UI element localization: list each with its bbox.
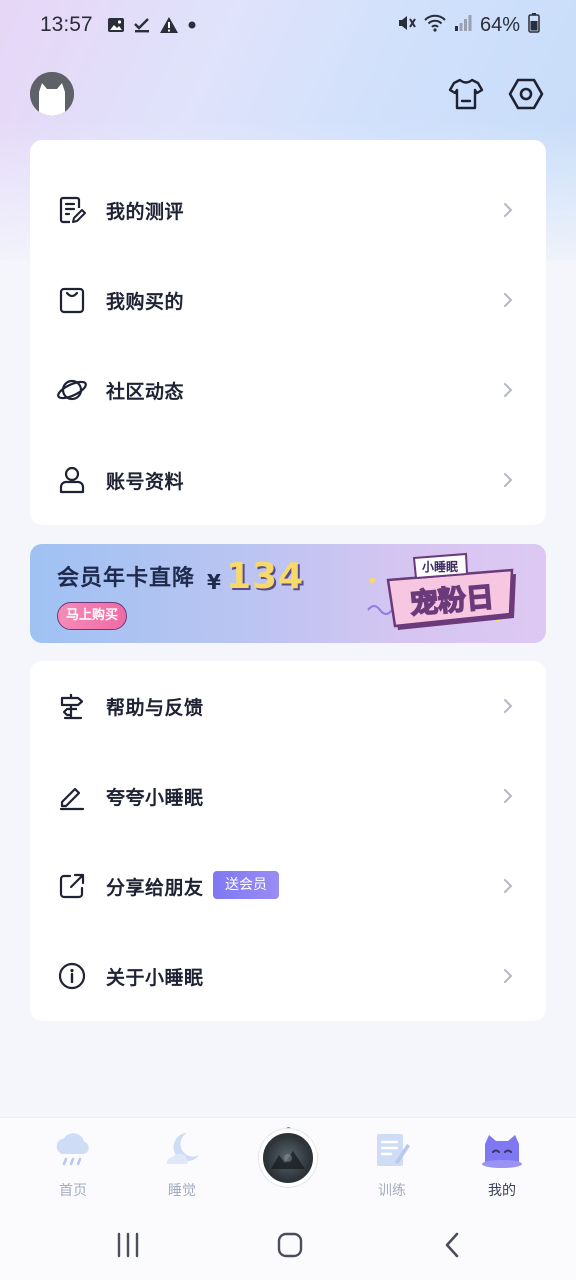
menu-item-help-feedback[interactable]: 帮助与反馈 [30, 661, 546, 751]
player-disc[interactable] [259, 1129, 317, 1187]
menu-item-account[interactable]: 账号资料 [30, 435, 546, 525]
chevron-right-icon [504, 699, 513, 713]
dot-icon [187, 20, 197, 30]
home-icon [277, 1232, 303, 1258]
mute-icon [396, 13, 416, 38]
tab-label: 首页 [59, 1183, 87, 1199]
assessment-icon [56, 194, 88, 226]
menu-item-label: 夸夸小睡眠 [106, 786, 204, 809]
planet-icon [56, 374, 88, 406]
status-bar: 13:57 64% [0, 0, 576, 50]
cat-avatar-icon [30, 72, 74, 116]
wifi-icon [424, 13, 446, 37]
user-icon [56, 464, 88, 496]
check-icon [133, 16, 151, 34]
tab-label: 睡觉 [168, 1183, 196, 1199]
settings-button[interactable] [506, 74, 546, 114]
chevron-right-icon [504, 473, 513, 487]
image-icon [107, 16, 125, 34]
promo-price: 134 [226, 556, 305, 597]
chevron-right-icon [504, 293, 513, 307]
share-icon [56, 870, 88, 902]
battery-icon [528, 12, 540, 38]
menu-card-top: 我的测评 我购买的 社区动态 账号资料 [30, 140, 546, 525]
tab-label: 训练 [378, 1183, 406, 1199]
signal-icon [454, 13, 472, 37]
recent-apps-icon [117, 1232, 139, 1258]
album-art-icon [271, 1151, 305, 1169]
warning-icon [159, 16, 179, 34]
chevron-right-icon [504, 383, 513, 397]
menu-item-about[interactable]: 关于小睡眠 [30, 931, 546, 1021]
chevron-right-icon [504, 203, 513, 217]
chevron-right-icon [504, 789, 513, 803]
cloud-rain-icon [51, 1128, 95, 1172]
menu-item-label: 我的测评 [106, 200, 185, 223]
chevron-right-icon [504, 969, 513, 983]
outfit-button[interactable] [446, 74, 486, 114]
menu-item-label: 关于小睡眠 [106, 966, 204, 989]
membership-promo-banner[interactable]: 会员年卡直降 ¥ 134 马上购买 小睡眠 宠粉日 [30, 544, 546, 643]
home-button[interactable] [270, 1230, 310, 1260]
gift-membership-badge: 送会员 [213, 871, 279, 899]
fan-day-logo-icon: 小睡眠 宠粉日 [367, 552, 516, 630]
buy-now-button[interactable]: 马上购买 [57, 602, 127, 630]
menu-item-label: 我购买的 [106, 290, 185, 313]
promo-text: 会员年卡直降 [57, 566, 196, 591]
recent-apps-button[interactable] [108, 1230, 148, 1260]
system-nav-bar [0, 1210, 576, 1280]
menu-item-share[interactable]: 分享给朋友 送会员 [30, 841, 546, 931]
tab-training[interactable]: 训练 [352, 1128, 432, 1204]
pencil-icon [56, 780, 88, 812]
menu-item-purchases[interactable]: 我购买的 [30, 255, 546, 345]
chevron-right-icon [504, 879, 513, 893]
avatar[interactable] [30, 72, 74, 116]
status-time: 13:57 [40, 13, 93, 36]
menu-item-community[interactable]: 社区动态 [30, 345, 546, 435]
menu-item-label: 社区动态 [106, 380, 185, 403]
tshirt-icon [448, 78, 484, 110]
bottom-tab-bar: 首页 睡觉 训练 我的 [0, 1117, 576, 1210]
settings-icon [508, 78, 544, 110]
menu-item-label: 账号资料 [106, 470, 185, 493]
menu-item-label: 分享给朋友 [106, 876, 204, 899]
back-icon [445, 1232, 459, 1258]
moon-icon [160, 1128, 204, 1172]
tab-profile[interactable]: 我的 [462, 1128, 542, 1204]
cat-icon [480, 1128, 524, 1172]
tab-home[interactable]: 首页 [33, 1128, 113, 1204]
info-icon [56, 960, 88, 992]
signpost-icon [56, 690, 88, 722]
menu-item-label: 帮助与反馈 [106, 696, 204, 719]
menu-item-praise[interactable]: 夸夸小睡眠 [30, 751, 546, 841]
tab-sleep[interactable]: 睡觉 [142, 1128, 222, 1204]
tab-label: 我的 [488, 1183, 516, 1199]
menu-item-assessment[interactable]: 我的测评 [30, 165, 546, 255]
promo-currency: ¥ [207, 570, 221, 594]
back-button[interactable] [432, 1230, 472, 1260]
battery-percent: 64% [479, 13, 520, 36]
logo-small-text: 小睡眠 [422, 559, 458, 574]
shopping-bag-icon [56, 284, 88, 316]
notebook-icon [370, 1128, 414, 1172]
menu-card-bottom: 帮助与反馈 夸夸小睡眠 分享给朋友 送会员 关于小睡眠 [30, 661, 546, 1021]
